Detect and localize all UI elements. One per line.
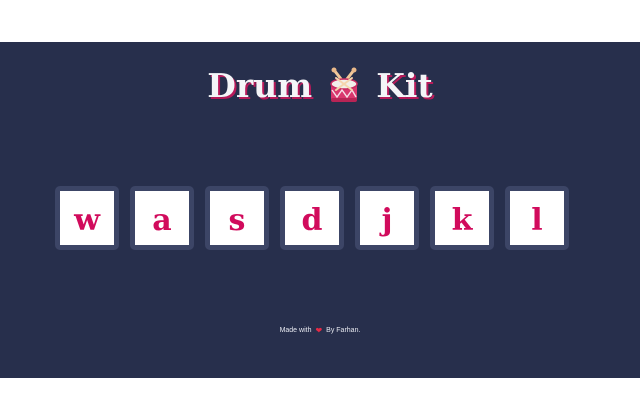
key-j[interactable]: j — [355, 186, 419, 250]
footer-suffix: By Farhan. — [326, 327, 361, 334]
page-title: Drum Kit — [0, 64, 640, 106]
footer-credit: Made with ❤ By Farhan. — [0, 326, 640, 336]
key-letter: s — [228, 203, 246, 238]
key-k[interactable]: k — [430, 186, 494, 250]
key-s[interactable]: s — [205, 186, 269, 250]
drum-keys: w a s d j k l — [55, 186, 575, 250]
title-right: Kit — [376, 66, 433, 105]
heart-icon: ❤ — [315, 326, 323, 335]
key-l[interactable]: l — [505, 186, 569, 250]
key-letter: j — [381, 203, 393, 238]
key-letter: a — [152, 203, 172, 238]
key-letter: k — [451, 203, 473, 238]
key-a[interactable]: a — [130, 186, 194, 250]
footer-prefix: Made with — [279, 327, 312, 334]
drum-kit-app: Drum Kit w a s d j k l Made with ❤ By Fa… — [0, 42, 640, 378]
key-w[interactable]: w — [55, 186, 119, 250]
key-letter: l — [531, 203, 543, 238]
key-letter: w — [74, 203, 100, 238]
drum-icon — [326, 66, 362, 106]
key-d[interactable]: d — [280, 186, 344, 250]
title-left: Drum — [207, 66, 313, 105]
key-letter: d — [301, 203, 323, 238]
